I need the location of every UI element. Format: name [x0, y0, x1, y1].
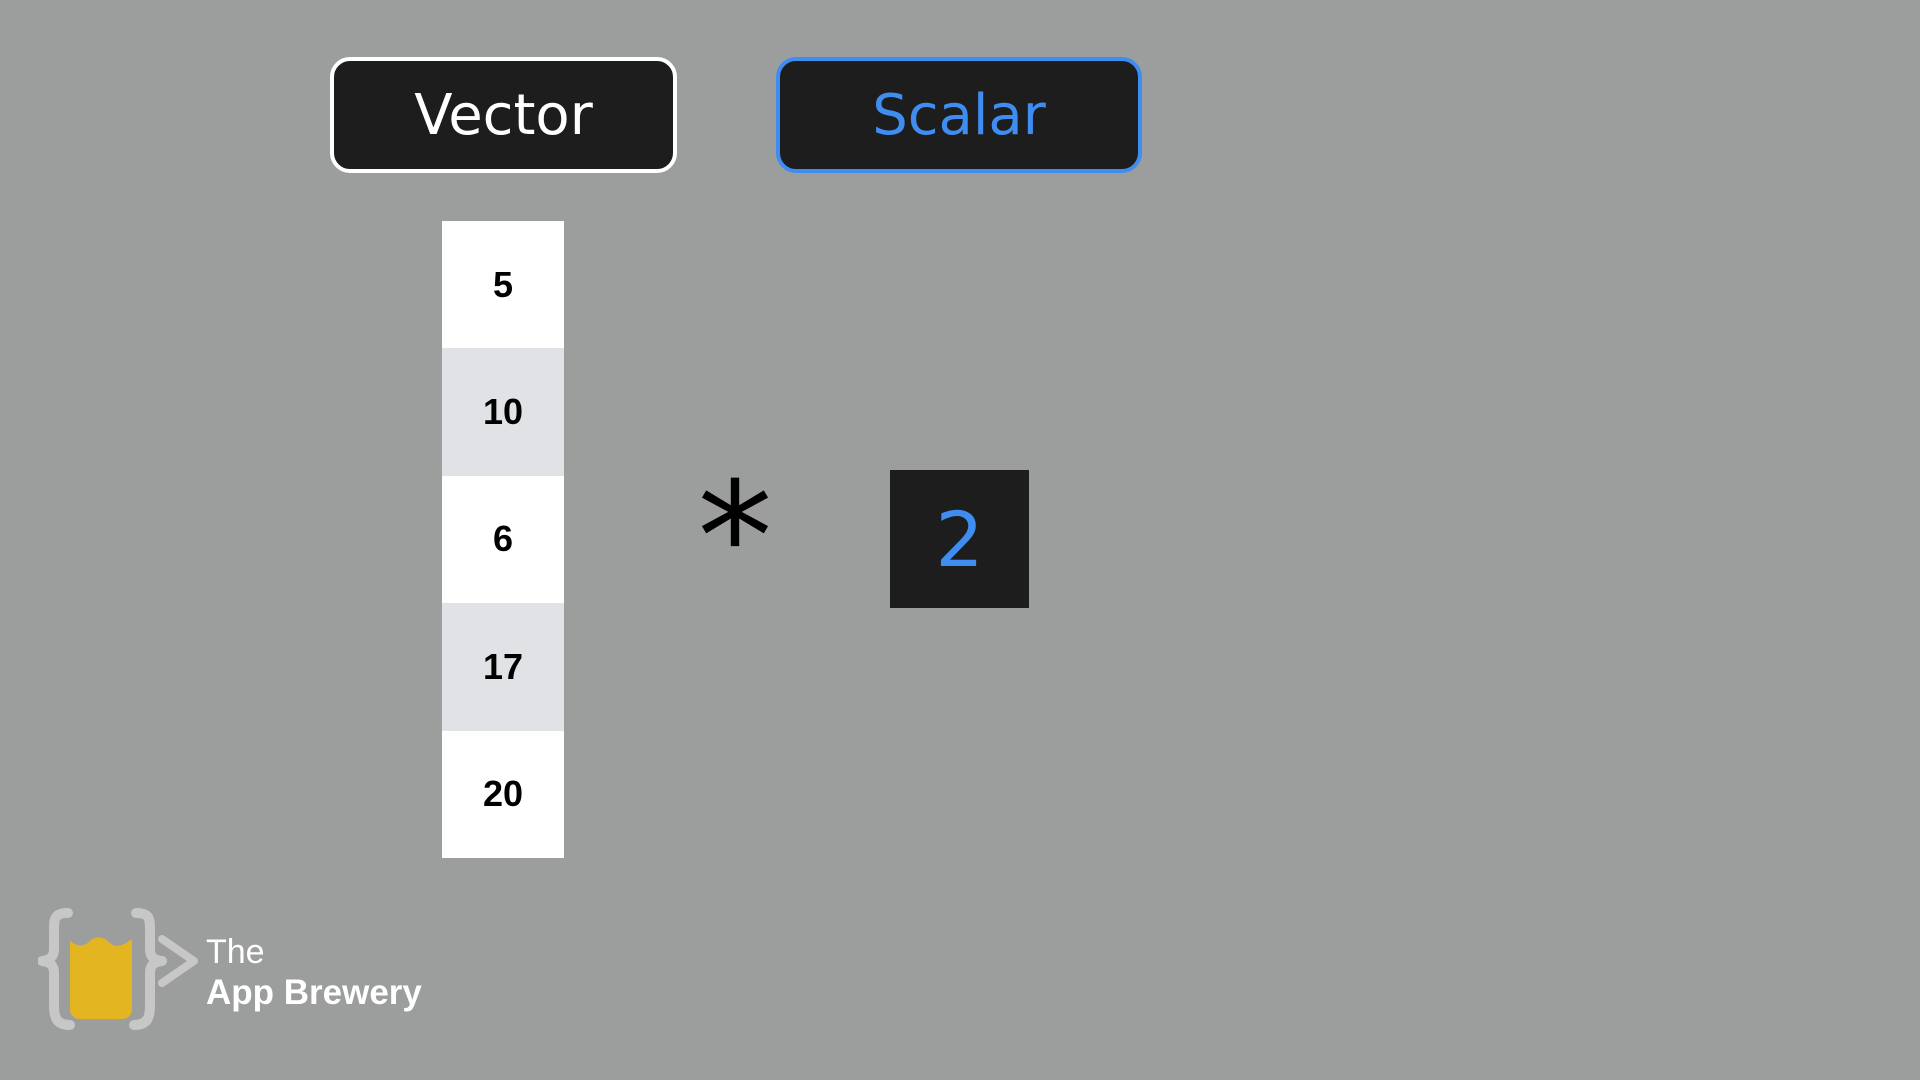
app-brewery-logo-icon [38, 908, 198, 1030]
vector-cell: 6 [442, 475, 564, 604]
vector-column: 5 10 6 17 20 [442, 221, 564, 858]
vector-cell: 17 [442, 603, 564, 731]
scalar-label: Scalar [872, 82, 1046, 148]
scalar-label-box: Scalar [776, 57, 1142, 173]
vector-cell: 10 [442, 348, 564, 476]
vector-label: Vector [414, 82, 593, 148]
scalar-value: 2 [935, 494, 984, 584]
vector-cell: 20 [442, 730, 564, 858]
logo-line1: The [206, 933, 265, 971]
multiply-operator: * [697, 451, 773, 625]
vector-cell: 5 [442, 221, 564, 349]
app-brewery-logo: The App Brewery [38, 905, 458, 1035]
vector-label-box: Vector [330, 57, 677, 173]
scalar-value-box: 2 [890, 470, 1029, 608]
logo-line2: App Brewery [206, 973, 422, 1012]
